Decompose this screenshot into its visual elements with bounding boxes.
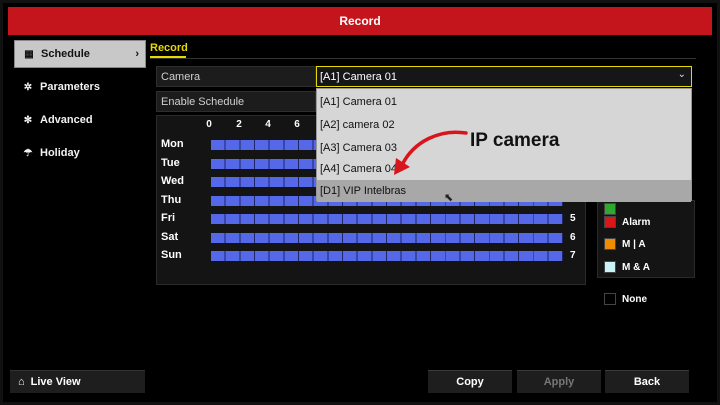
hour-label: 0 — [206, 119, 212, 130]
legend-swatch — [604, 238, 616, 250]
day-label: Sat — [161, 231, 179, 243]
hour-label: 6 — [294, 119, 300, 130]
legend-label: M & A — [622, 261, 650, 273]
camera-label: Camera — [156, 66, 316, 87]
apply-button[interactable]: Apply — [517, 370, 601, 393]
legend-item-motion-and-alarm[interactable]: M & A — [604, 261, 650, 273]
chevron-right-icon: › — [135, 48, 139, 60]
legend-label: M | A — [622, 238, 646, 250]
home-icon: ⌂ — [18, 376, 25, 388]
calendar-icon: ▦ — [24, 48, 34, 60]
legend-label: None — [622, 293, 647, 305]
legend-swatch — [604, 203, 616, 215]
legend-item-none[interactable]: None — [604, 293, 647, 305]
day-label: Mon — [161, 138, 184, 150]
annotation-arrow-icon — [394, 130, 468, 175]
live-view-label: Live View — [30, 376, 81, 388]
legend-item-hidden[interactable] — [604, 203, 622, 215]
legend-item-alarm[interactable]: Alarm — [604, 216, 650, 228]
legend-item-motion-or-alarm[interactable]: M | A — [604, 238, 646, 250]
enable-schedule-label: Enable Schedule — [156, 91, 316, 112]
camera-select[interactable]: [A1] Camera 01 ⌄ — [316, 66, 692, 87]
camera-option[interactable]: [D1] VIP Intelbras — [317, 180, 691, 202]
chevron-down-icon: ⌄ — [677, 69, 686, 80]
annotation-text: IP camera — [470, 130, 560, 151]
day-label: Tue — [161, 157, 180, 169]
hour-label: 2 — [236, 119, 242, 130]
tab-divider — [150, 58, 696, 59]
sidebar-item-parameters[interactable]: ✲ Parameters — [14, 73, 146, 101]
sidebar-item-advanced[interactable]: ✻ Advanced — [14, 106, 146, 134]
day-label: Fri — [161, 212, 176, 224]
umbrella-icon: ☂ — [23, 147, 33, 159]
legend-swatch — [604, 293, 616, 305]
live-view-button[interactable]: ⌂ Live View — [10, 370, 145, 393]
sidebar-item-schedule[interactable]: ▦ Schedule › — [14, 40, 146, 68]
day-label: Wed — [161, 175, 185, 187]
sidebar-item-label: Advanced — [40, 114, 93, 126]
window-title: Record — [8, 7, 712, 35]
copy-button[interactable]: Copy — [428, 370, 512, 393]
sidebar-item-label: Schedule — [41, 48, 90, 60]
sidebar-item-holiday[interactable]: ☂ Holiday — [14, 139, 146, 167]
legend-swatch — [604, 261, 616, 273]
legend-label: Alarm — [622, 216, 651, 228]
sidebar: ▦ Schedule › ✲ Parameters ✻ Advanced ☂ H… — [10, 38, 146, 392]
schedule-bar-fri[interactable] — [211, 214, 563, 224]
copy-day-number: 6 — [570, 232, 576, 243]
mouse-cursor-icon: ⬉ — [444, 192, 454, 204]
gear-icon: ✲ — [23, 81, 33, 93]
day-label: Thu — [161, 194, 182, 206]
copy-day-number: 7 — [570, 250, 576, 261]
legend-swatch — [604, 216, 616, 228]
day-label: Sun — [161, 249, 182, 261]
gears-icon: ✻ — [23, 114, 33, 126]
camera-option[interactable]: [A4] Camera 04 — [317, 158, 691, 180]
schedule-bar-sat[interactable] — [211, 233, 563, 243]
sidebar-item-label: Holiday — [40, 147, 80, 159]
tab-record[interactable]: Record — [150, 42, 188, 54]
camera-option[interactable]: [A1] Camera 01 — [317, 91, 691, 113]
sidebar-item-label: Parameters — [40, 81, 100, 93]
back-button[interactable]: Back — [605, 370, 689, 393]
hour-label: 4 — [265, 119, 271, 130]
schedule-bar-sun[interactable] — [211, 251, 563, 261]
copy-day-number: 5 — [570, 213, 576, 224]
camera-selected-value: [A1] Camera 01 — [320, 70, 398, 83]
